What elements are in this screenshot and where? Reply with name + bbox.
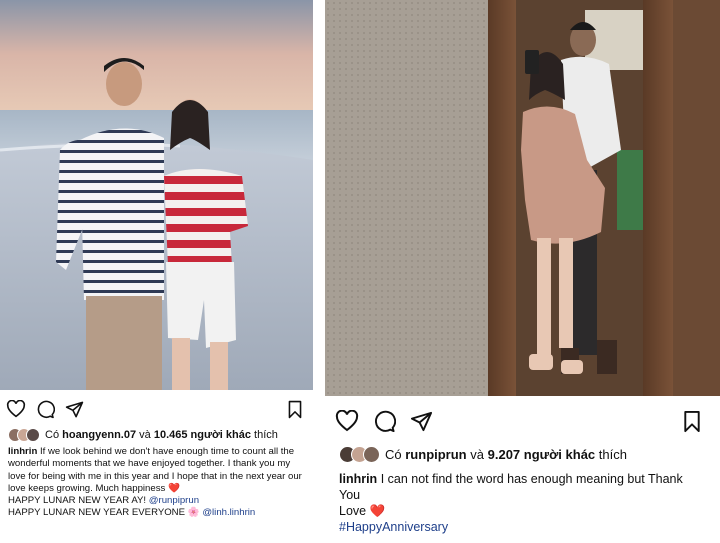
- liker-avatars: [339, 446, 380, 463]
- share-button[interactable]: [65, 400, 84, 419]
- mention-link[interactable]: @linh.linhrin: [202, 507, 255, 518]
- left-action-bar: [0, 396, 313, 422]
- left-caption: linhrin If we look behind we don't have …: [0, 446, 313, 520]
- liked-by-suffix: thích: [254, 429, 278, 441]
- left-post: Có hoangyenn.07 và 10.465 người khác thí…: [0, 0, 313, 543]
- heart-emoji-icon: ❤️: [168, 482, 180, 494]
- liked-by-user-link[interactable]: runpiprun: [405, 447, 466, 462]
- left-post-photo[interactable]: [0, 0, 313, 390]
- flower-emoji-icon: 🌸: [187, 507, 200, 519]
- like-button[interactable]: [6, 400, 26, 418]
- share-button[interactable]: [410, 410, 433, 433]
- save-button[interactable]: [287, 400, 303, 419]
- right-post: Có runpiprun và 9.207 người khác thích l…: [325, 0, 720, 543]
- paper-plane-icon: [410, 411, 433, 431]
- comment-button[interactable]: [373, 410, 396, 433]
- bookmark-icon: [288, 400, 302, 418]
- left-likes-line: Có hoangyenn.07 và 10.465 người khác thí…: [0, 428, 313, 442]
- liker-avatars: [8, 428, 40, 442]
- right-post-photo[interactable]: [325, 0, 720, 396]
- heart-emoji-icon: ❤️: [369, 504, 386, 518]
- liked-by-and: và: [139, 429, 151, 441]
- caption-line-2: Love: [339, 504, 367, 518]
- heart-outline-icon: [6, 400, 26, 418]
- right-caption: linhrin I can not find the word has enou…: [325, 471, 720, 535]
- paper-plane-icon: [65, 401, 84, 417]
- avatar: [363, 446, 380, 463]
- like-button[interactable]: [335, 410, 359, 432]
- heart-outline-icon: [335, 410, 359, 432]
- liked-by-prefix: Có: [385, 447, 402, 462]
- liked-by-and: và: [470, 447, 484, 462]
- hashtag-link[interactable]: #HappyAnniversary: [339, 520, 448, 534]
- comment-bubble-icon: [375, 410, 396, 432]
- right-likes-line: Có runpiprun và 9.207 người khác thích: [325, 446, 720, 463]
- right-action-bar: [325, 406, 720, 436]
- save-button[interactable]: [682, 410, 702, 433]
- liked-by-prefix: Có: [45, 429, 60, 441]
- comment-bubble-icon: [37, 400, 55, 418]
- comment-button[interactable]: [36, 400, 55, 419]
- caption-username-link[interactable]: linhrin: [339, 472, 377, 486]
- liked-by-suffix: thích: [598, 447, 627, 462]
- caption-text: I can not find the word has enough meani…: [339, 472, 683, 502]
- liked-by-count-link[interactable]: 10.465 người khác: [154, 429, 251, 441]
- post-divider: [313, 0, 325, 543]
- caption-line-2: HAPPY LUNAR NEW YEAR AY!: [8, 495, 147, 507]
- caption-line-3: HAPPY LUNAR NEW YEAR EVERYONE: [8, 507, 186, 519]
- avatar: [26, 428, 40, 442]
- liked-by-user-link[interactable]: hoangyenn.07: [62, 429, 136, 441]
- bookmark-icon: [684, 410, 700, 432]
- liked-by-count-link[interactable]: 9.207 người khác: [488, 447, 596, 462]
- caption-text: If we look behind we don't have enough t…: [8, 446, 302, 494]
- caption-username-link[interactable]: linhrin: [8, 446, 37, 457]
- mention-link[interactable]: @runpiprun: [149, 495, 199, 506]
